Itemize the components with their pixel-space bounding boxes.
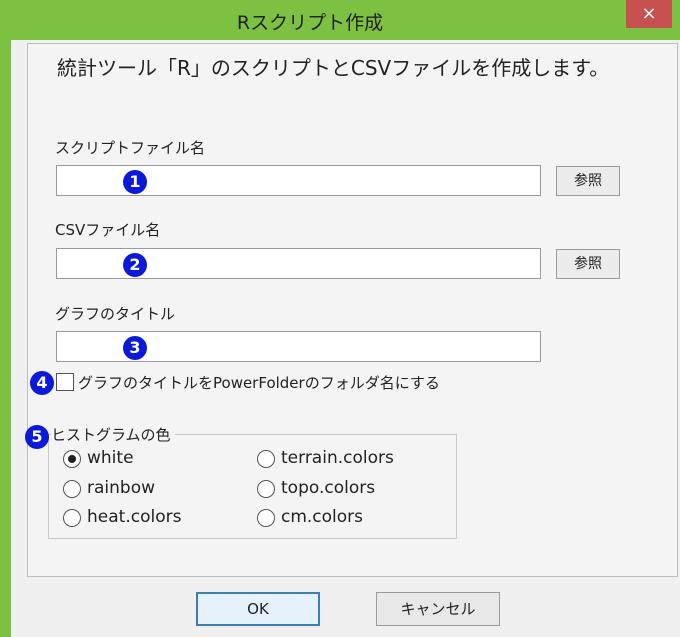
close-icon[interactable]: × xyxy=(626,0,672,28)
ok-button[interactable]: OK xyxy=(196,592,320,626)
folder-name-title-label: グラフのタイトルをPowerFolderのフォルダ名にする xyxy=(78,374,440,392)
radio-cm-colors[interactable] xyxy=(257,509,275,527)
marker-2: 2 xyxy=(123,253,147,277)
radio-rainbow-label: rainbow xyxy=(87,478,155,498)
radio-terrain-colors-label: terrain.colors xyxy=(281,448,394,468)
marker-5: 5 xyxy=(25,425,49,449)
marker-1: 1 xyxy=(123,170,147,194)
description-text: 統計ツール「R」のスクリプトとCSVファイルを作成します。 xyxy=(57,56,610,80)
radio-heat-colors[interactable] xyxy=(63,509,81,527)
folder-name-title-checkbox[interactable] xyxy=(56,373,74,391)
csv-file-label: CSVファイル名 xyxy=(55,221,161,239)
radio-terrain-colors[interactable] xyxy=(257,450,275,468)
csv-browse-button[interactable]: 参照 xyxy=(556,249,620,279)
radio-heat-colors-label: heat.colors xyxy=(87,507,182,527)
cancel-button[interactable]: キャンセル xyxy=(376,592,500,626)
radio-white-label: white xyxy=(87,448,134,468)
title-bar[interactable]: Rスクリプト作成 × xyxy=(0,0,680,40)
radio-cm-colors-label: cm.colors xyxy=(281,507,364,527)
script-browse-button[interactable]: 参照 xyxy=(556,166,620,196)
window-title: Rスクリプト作成 xyxy=(236,12,384,34)
radio-rainbow[interactable] xyxy=(63,480,81,498)
marker-4: 4 xyxy=(30,371,54,395)
graph-title-label: グラフのタイトル xyxy=(55,305,176,323)
radio-topo-colors-label: topo.colors xyxy=(281,478,376,498)
histogram-color-label: ヒストグラムの色 xyxy=(51,424,175,445)
radio-white[interactable] xyxy=(63,450,81,468)
script-file-label: スクリプトファイル名 xyxy=(55,139,206,157)
marker-3: 3 xyxy=(123,336,147,360)
radio-topo-colors[interactable] xyxy=(257,480,275,498)
